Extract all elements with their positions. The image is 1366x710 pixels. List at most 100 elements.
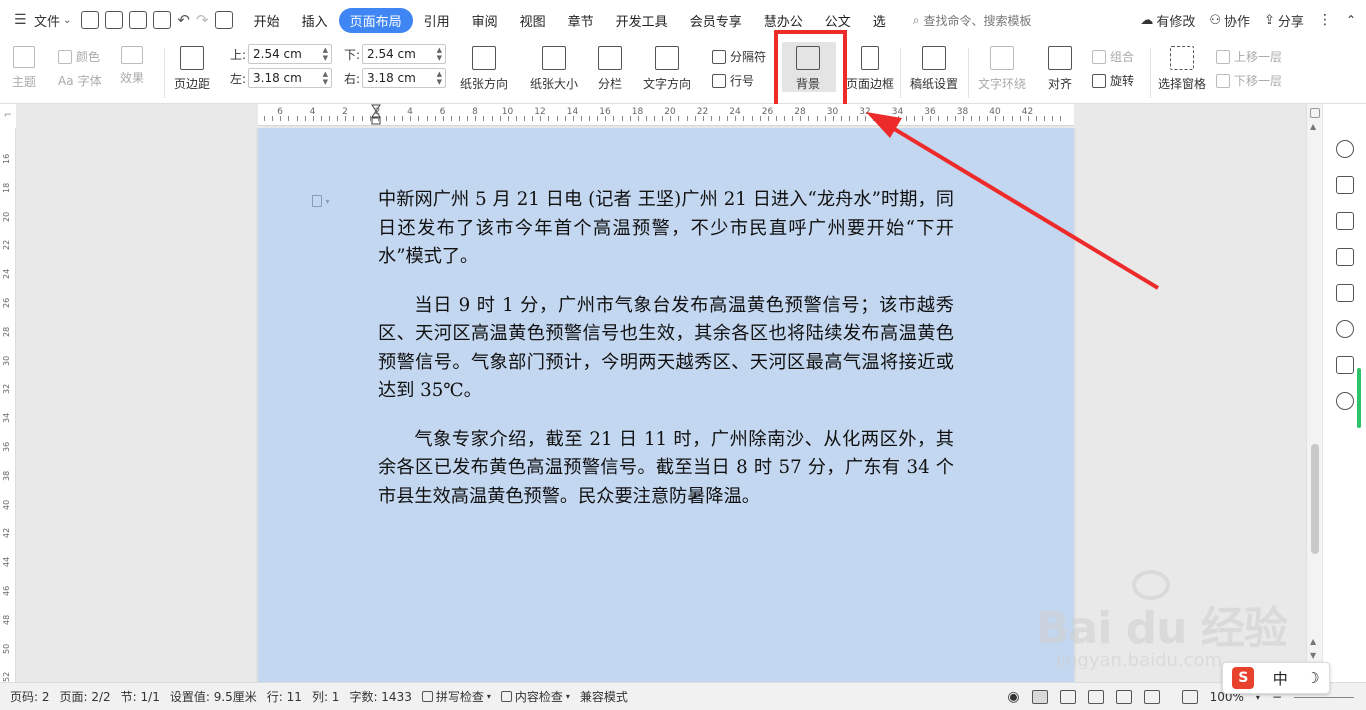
book-icon[interactable] bbox=[1336, 356, 1354, 374]
paper-size-button[interactable]: 纸张大小 bbox=[530, 46, 578, 92]
line-number-button[interactable]: 行号 bbox=[712, 72, 754, 89]
spinner-icon[interactable]: ▲ ▼ bbox=[437, 70, 442, 86]
tab-page-layout[interactable]: 页面布局 bbox=[338, 7, 413, 33]
spinner-icon[interactable]: ▲ ▼ bbox=[437, 46, 442, 62]
next-page-icon[interactable]: ▼ bbox=[1310, 651, 1316, 660]
text-direction-button[interactable]: 文字方向 bbox=[643, 46, 691, 92]
effect-button[interactable]: 效果 bbox=[120, 46, 144, 86]
spinner-icon[interactable]: ▲ ▼ bbox=[323, 46, 328, 62]
print-icon[interactable] bbox=[129, 11, 148, 29]
columns-icon bbox=[598, 46, 622, 70]
image-icon[interactable] bbox=[1336, 284, 1354, 302]
cursor-icon[interactable] bbox=[1336, 212, 1354, 230]
tab-member[interactable]: 会员专享 bbox=[679, 8, 753, 33]
ruler-tick bbox=[312, 116, 314, 121]
fit-page-icon[interactable] bbox=[1181, 690, 1198, 704]
send-backward-button[interactable]: 下移一层 bbox=[1216, 72, 1282, 89]
hamburger-menu-icon[interactable]: ☰ bbox=[14, 12, 28, 28]
word-count[interactable]: 字数: 1433 bbox=[349, 688, 411, 705]
tab-chapter[interactable]: 章节 bbox=[557, 8, 605, 33]
ruler-tick bbox=[654, 116, 655, 121]
undo-icon[interactable]: ↶ bbox=[177, 11, 190, 29]
tab-more[interactable]: 选 bbox=[862, 8, 897, 33]
right-margin-input[interactable]: 3.18 cm ▲ ▼ bbox=[362, 68, 446, 88]
tab-references[interactable]: 引用 bbox=[413, 8, 461, 33]
rocket-icon[interactable] bbox=[1336, 140, 1354, 158]
spell-check-button[interactable]: 拼写检查 ▾ bbox=[421, 688, 491, 705]
chevron-down-icon: ▾ bbox=[325, 197, 330, 206]
collab-button[interactable]: ⚇ 协作 bbox=[1209, 11, 1250, 30]
page-view-icon[interactable] bbox=[1031, 690, 1048, 704]
selection-pane-button[interactable]: 选择窗格 bbox=[1158, 46, 1206, 92]
content-check-button[interactable]: 内容检查 ▾ bbox=[500, 688, 570, 705]
collapse-ribbon-icon[interactable]: ⌃ bbox=[1346, 13, 1356, 27]
tab-developer[interactable]: 开发工具 bbox=[605, 8, 679, 33]
theme-button[interactable]: 主题 bbox=[12, 46, 36, 90]
scroll-up-icon[interactable]: ▲ bbox=[1310, 122, 1316, 131]
page-count[interactable]: 页面: 2/2 bbox=[60, 688, 111, 705]
bring-forward-button[interactable]: 上移一层 bbox=[1216, 48, 1282, 65]
page-number[interactable]: 页码: 2 bbox=[10, 688, 50, 705]
text-wrap-button[interactable]: 文字环绕 bbox=[978, 46, 1026, 92]
split-view-icon[interactable] bbox=[1310, 108, 1320, 118]
share-button[interactable]: ⇪ 分享 bbox=[1264, 11, 1304, 30]
reading-view-icon[interactable] bbox=[1087, 690, 1104, 704]
font-button[interactable]: Aa 字体 bbox=[58, 72, 102, 89]
page-border-button[interactable]: 页面边框 bbox=[846, 46, 894, 92]
export-pdf-icon[interactable] bbox=[105, 11, 124, 29]
orientation-button[interactable]: 纸张方向 bbox=[460, 46, 508, 92]
prev-page-icon[interactable]: ▲ bbox=[1310, 637, 1316, 646]
paragraph-marker[interactable]: ▾ bbox=[312, 194, 340, 208]
tab-view[interactable]: 视图 bbox=[509, 8, 557, 33]
ruler-tick bbox=[946, 116, 948, 121]
ruler-tick bbox=[377, 116, 379, 121]
spinner-icon[interactable]: ▲ ▼ bbox=[323, 70, 328, 86]
columns-button[interactable]: 分栏 bbox=[598, 46, 622, 92]
top-margin-input[interactable]: 2.54 cm ▲ ▼ bbox=[248, 44, 332, 64]
more-options-icon[interactable]: ⋮ bbox=[1318, 12, 1332, 28]
settings-sliders-icon[interactable] bbox=[1336, 248, 1354, 266]
zoom-slider[interactable] bbox=[1294, 696, 1354, 698]
align-button[interactable]: 对齐 bbox=[1048, 46, 1072, 92]
column-info[interactable]: 列: 1 bbox=[312, 688, 340, 705]
ruler-tick bbox=[865, 116, 867, 121]
location-icon[interactable] bbox=[1336, 320, 1354, 338]
pen-icon[interactable] bbox=[1336, 176, 1354, 194]
has-changes-button[interactable]: ☁ 有修改 bbox=[1140, 11, 1195, 30]
margin-button[interactable]: 页边距 bbox=[174, 46, 210, 92]
separator-button[interactable]: 分隔符 bbox=[712, 48, 766, 65]
section-info[interactable]: 节: 1/1 bbox=[121, 688, 160, 705]
redo-icon[interactable]: ↷ bbox=[196, 11, 209, 29]
vertical-scrollbar[interactable]: ▲ ▲ ▼ bbox=[1306, 104, 1322, 682]
command-search[interactable]: ⌕ 查找命令、搜索模板 bbox=[913, 12, 1032, 29]
ruler-tick bbox=[1035, 116, 1037, 121]
outline-view-icon[interactable] bbox=[1059, 690, 1076, 704]
left-margin-input[interactable]: 3.18 cm ▲ ▼ bbox=[248, 68, 332, 88]
write-view-icon[interactable] bbox=[1143, 690, 1160, 704]
rotate-button[interactable]: 旋转 bbox=[1092, 72, 1134, 89]
eye-icon[interactable]: ◉ bbox=[1007, 689, 1019, 705]
row-info[interactable]: 行: 11 bbox=[267, 688, 302, 705]
document-page[interactable]: ▾ 中新网广州 5 月 21 日电 (记者 王坚)广州 21 日进入“龙舟水”时… bbox=[258, 128, 1074, 682]
tab-review[interactable]: 审阅 bbox=[461, 8, 509, 33]
moon-icon[interactable]: ☽ bbox=[1306, 669, 1319, 687]
web-view-icon[interactable] bbox=[1115, 690, 1132, 704]
format-painter-icon[interactable] bbox=[214, 11, 233, 29]
vertical-ruler[interactable]: 16 18 20 22 24 26 28 30 32 34 36 38 40 42 44 46 48 50 52 bbox=[0, 128, 16, 682]
scrollbar-thumb[interactable] bbox=[1311, 444, 1319, 554]
horizontal-ruler[interactable]: 6 4 2 2 4 6 8 10 12 14 16 18 20 22 24 26 28 30 32 34 36 38 40 4… bbox=[258, 104, 1074, 126]
bottom-margin-input[interactable]: 2.54 cm ▲ ▼ bbox=[362, 44, 446, 64]
tab-official-doc[interactable]: 公文 bbox=[814, 8, 862, 33]
setting-value[interactable]: 设置值: 9.5厘米 bbox=[170, 688, 257, 705]
color-button[interactable]: 颜色 bbox=[58, 48, 100, 65]
tab-home[interactable]: 开始 bbox=[243, 8, 291, 33]
save-icon[interactable] bbox=[81, 11, 100, 29]
tab-insert[interactable]: 插入 bbox=[291, 8, 339, 33]
group-button[interactable]: 组合 bbox=[1092, 48, 1134, 65]
help-icon[interactable] bbox=[1336, 392, 1354, 410]
document-body[interactable]: 中新网广州 5 月 21 日电 (记者 王坚)广州 21 日进入“龙舟水”时期，… bbox=[378, 186, 954, 531]
file-menu[interactable]: 文件 ⌄ bbox=[34, 11, 71, 30]
tab-smart-office[interactable]: 慧办公 bbox=[753, 8, 814, 33]
print-preview-icon[interactable] bbox=[153, 11, 172, 29]
manuscript-button[interactable]: 稿纸设置 bbox=[910, 46, 958, 92]
